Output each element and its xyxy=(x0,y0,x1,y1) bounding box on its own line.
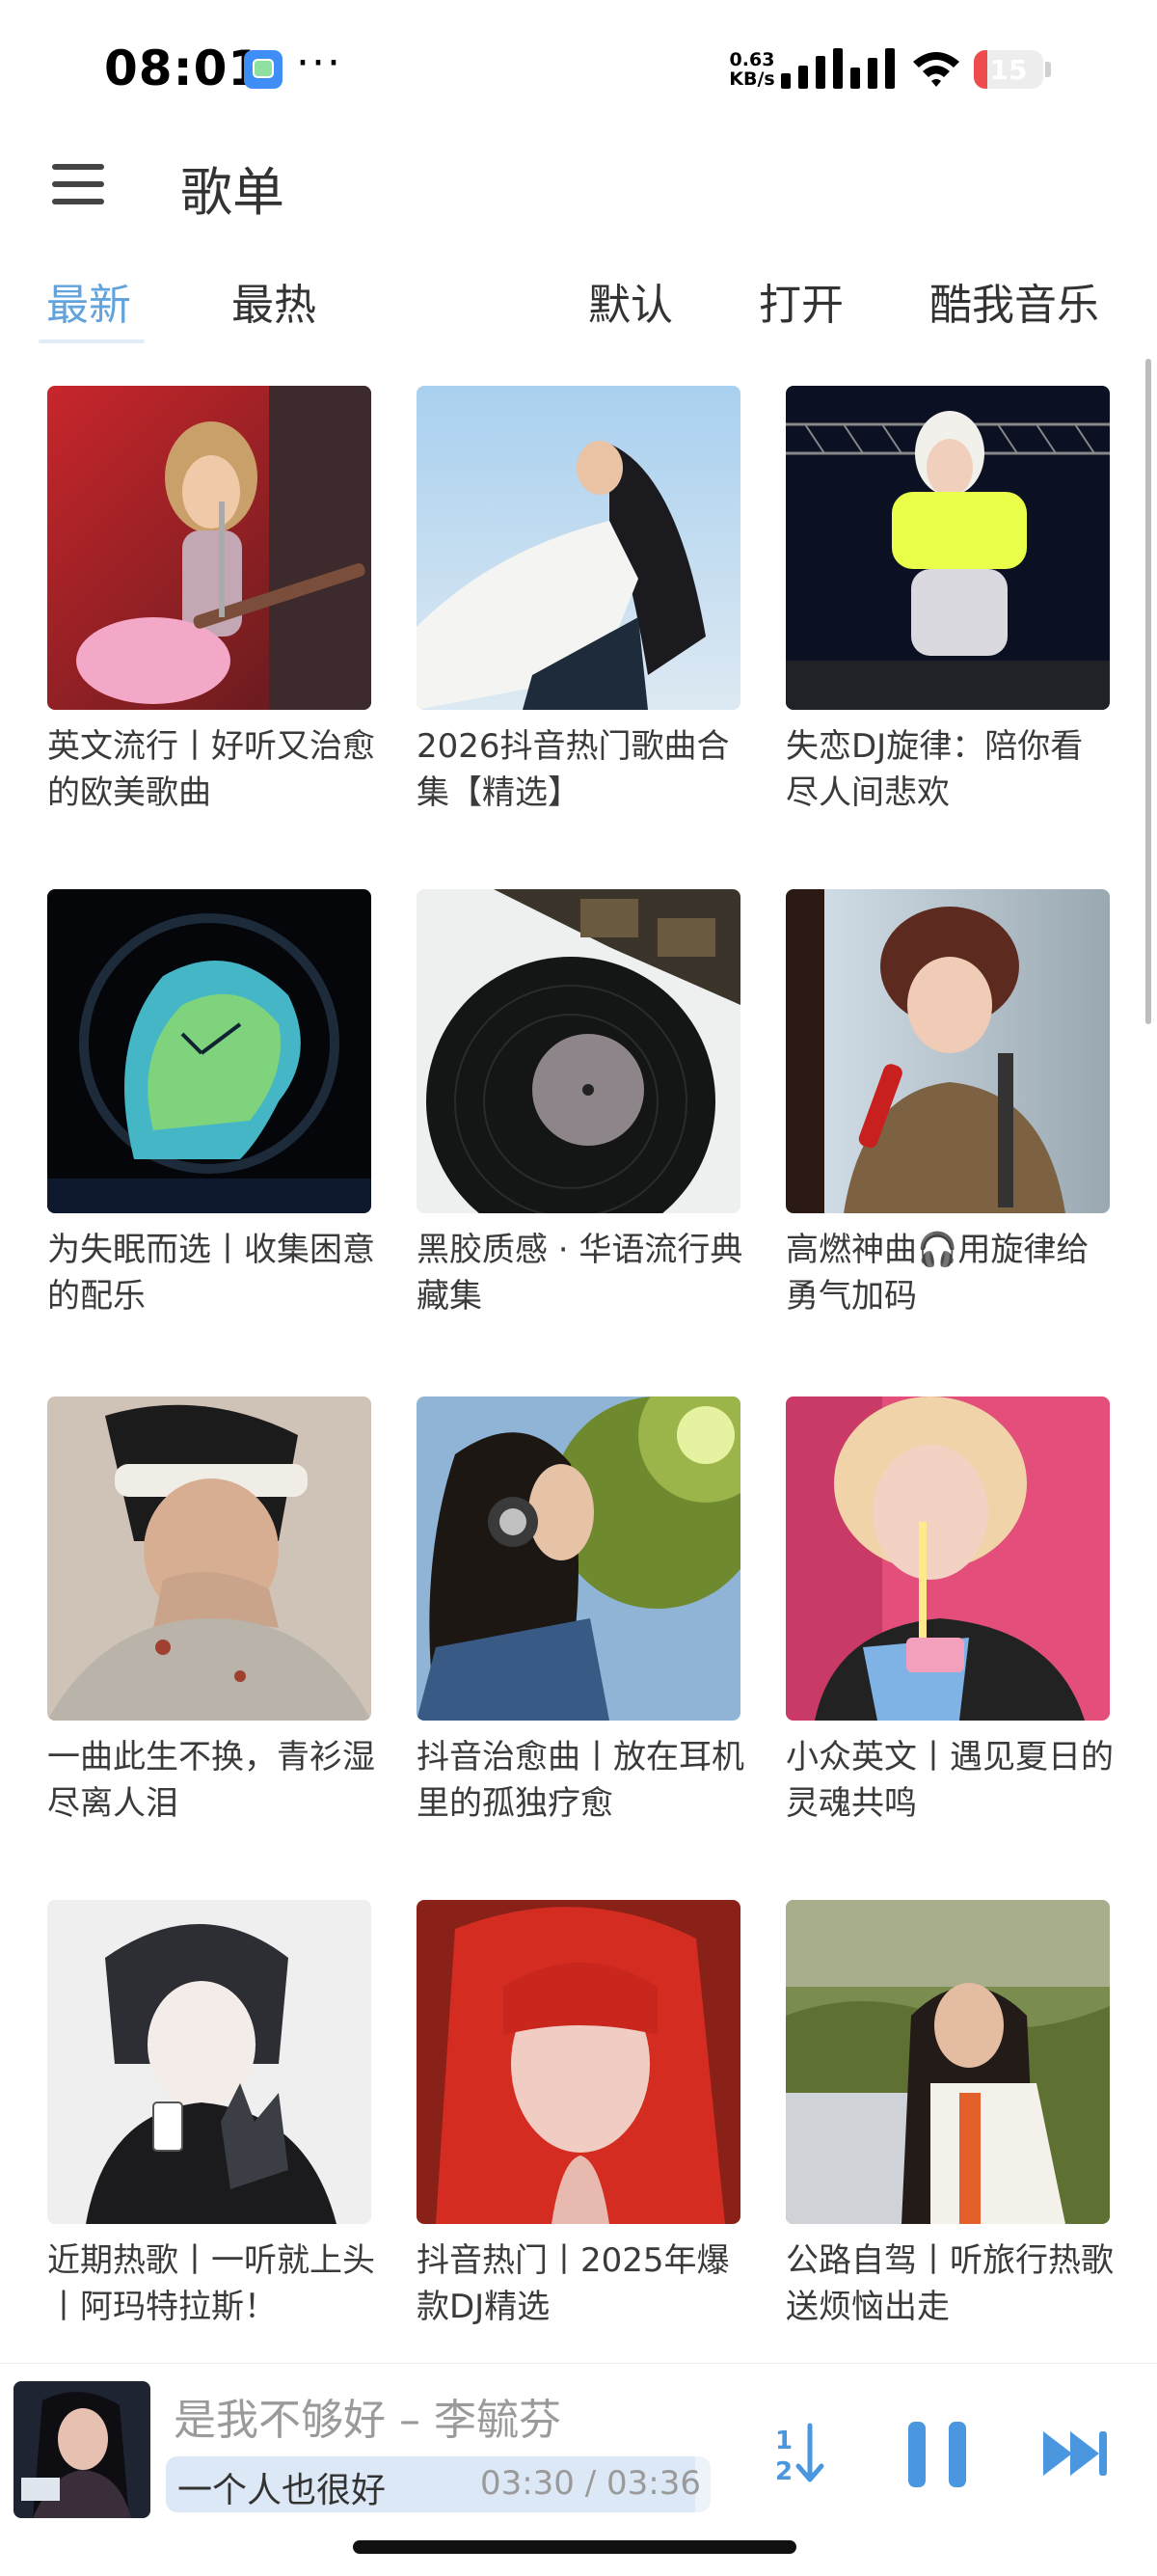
playlist-card[interactable]: 抖音热门丨2025年爆款DJ精选 xyxy=(417,1900,744,2330)
playlist-card[interactable]: 小众英文丨遇见夏日的灵魂共鸣 xyxy=(786,1396,1114,1827)
playlist-card[interactable]: 一曲此生不换，青衫湿尽离人泪 xyxy=(47,1396,375,1827)
svg-text:1: 1 xyxy=(775,2427,793,2455)
playlist-card[interactable]: 抖音治愈曲丨放在耳机里的孤独疗愈 xyxy=(417,1396,744,1827)
playlist-grid: 英文流行丨好听又治愈的欧美歌曲 2026抖音热门歌曲合集【精选】 失恋DJ旋律：… xyxy=(0,0,1157,2353)
playlist-title: 近期热歌丨一听就上头丨阿玛特拉斯！ xyxy=(47,2241,375,2326)
playlist-cover xyxy=(786,386,1110,710)
playlist-title: 小众英文丨遇见夏日的灵魂共鸣 xyxy=(786,1738,1114,1823)
playlist-title: 失恋DJ旋律：陪你看尽人间悲欢 xyxy=(786,727,1084,812)
playlist-card[interactable]: 近期热歌丨一听就上头丨阿玛特拉斯！ xyxy=(47,1900,375,2330)
playlist-title: 公路自驾丨听旅行热歌送烦恼出走 xyxy=(786,2241,1114,2326)
playlist-title: 黑胶质感 · 华语流行典藏集 xyxy=(417,1231,743,1315)
sort-order-icon[interactable]: 1 2 xyxy=(771,2420,833,2487)
lyric-progress-bar[interactable]: 一个人也很好 03:30 / 03:36 xyxy=(166,2456,711,2512)
playlist-cover xyxy=(786,889,1110,1213)
playlist-cover xyxy=(47,1396,371,1721)
playlist-title: 英文流行丨好听又治愈的欧美歌曲 xyxy=(47,727,375,812)
playlist-title: 一曲此生不换，青衫湿尽离人泪 xyxy=(47,1738,375,1823)
playlist-card[interactable]: 失恋DJ旋律：陪你看尽人间悲欢 xyxy=(786,386,1114,816)
svg-text:2: 2 xyxy=(775,2457,793,2486)
home-indicator[interactable] xyxy=(353,2540,796,2554)
playlist-card[interactable]: 2026抖音热门歌曲合集【精选】 xyxy=(417,386,744,816)
playback-time: 03:30 / 03:36 xyxy=(479,2464,701,2503)
playlist-cover xyxy=(417,386,740,710)
playlist-card[interactable]: 黑胶质感 · 华语流行典藏集 xyxy=(417,889,744,1319)
pause-icon[interactable] xyxy=(904,2420,972,2489)
playlist-card[interactable]: 英文流行丨好听又治愈的欧美歌曲 xyxy=(47,386,375,816)
scrollbar[interactable] xyxy=(1145,359,1151,1024)
playlist-title: 2026抖音热门歌曲合集【精选】 xyxy=(417,727,730,812)
now-playing-cover[interactable] xyxy=(13,2381,150,2518)
playlist-cover xyxy=(417,1396,740,1721)
playlist-title: 抖音治愈曲丨放在耳机里的孤独疗愈 xyxy=(417,1738,744,1823)
current-lyric: 一个人也很好 xyxy=(177,2471,387,2510)
playlist-card[interactable]: 为失眠而选丨收集困意的配乐 xyxy=(47,889,375,1319)
playlist-cover xyxy=(47,1900,371,2224)
playlist-cover xyxy=(47,889,371,1213)
playlist-card[interactable]: 高燃神曲🎧用旋律给勇气加码 xyxy=(786,889,1114,1319)
playlist-title: 抖音热门丨2025年爆款DJ精选 xyxy=(417,2241,730,2326)
playlist-cover xyxy=(786,1396,1110,1721)
playlist-title: 高燃神曲🎧用旋律给勇气加码 xyxy=(786,1231,1090,1315)
playlist-cover xyxy=(417,889,740,1213)
now-playing-title: 是我不够好 – 李毓芬 xyxy=(174,2396,561,2445)
playlist-cover xyxy=(786,1900,1110,2224)
playlist-cover xyxy=(417,1900,740,2224)
playlist-title: 为失眠而选丨收集困意的配乐 xyxy=(47,1231,375,1315)
playlist-cover xyxy=(47,386,371,710)
playlist-card[interactable]: 公路自驾丨听旅行热歌送烦恼出走 xyxy=(786,1900,1114,2330)
skip-next-icon[interactable] xyxy=(1039,2426,1113,2481)
